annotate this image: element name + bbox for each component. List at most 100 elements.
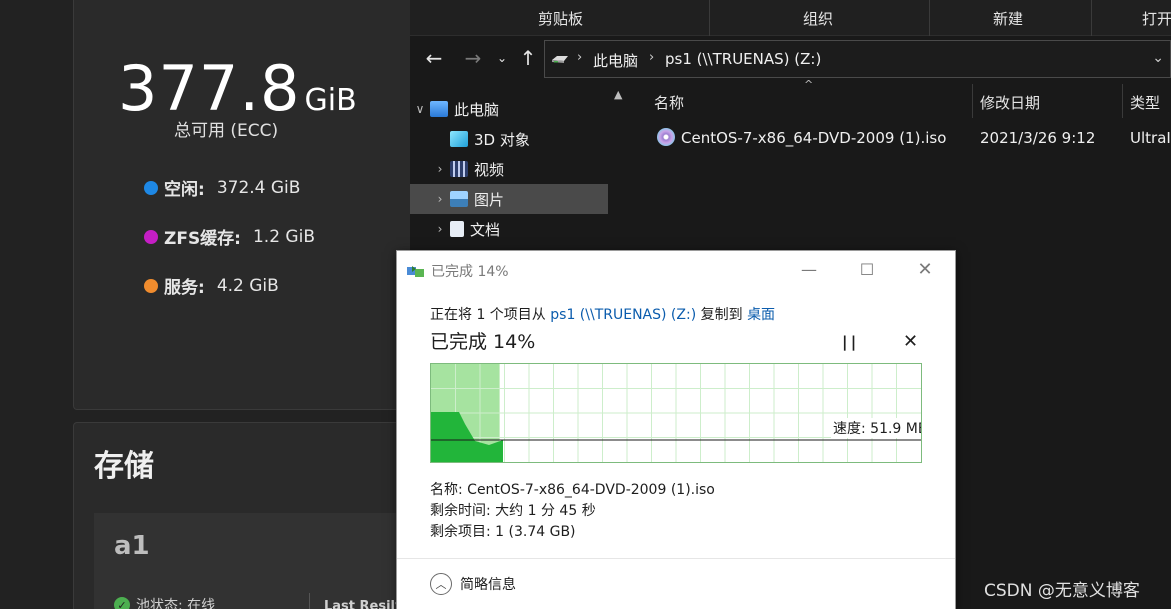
memory-total-value: 377.8 [118, 52, 301, 125]
memory-row-label: 服务: [164, 278, 205, 298]
memory-row-label: ZFS缓存: [164, 229, 241, 249]
fewer-details-label: 简略信息 [460, 577, 516, 593]
minimize-icon[interactable]: — [794, 257, 824, 281]
column-header-type[interactable]: 类型 [1130, 92, 1160, 113]
close-icon[interactable]: ✕ [910, 257, 940, 281]
chevron-right-icon[interactable]: › [430, 162, 450, 176]
breadcrumb-separator-icon[interactable]: › [649, 50, 654, 65]
file-name-line: 名称: CentOS-7-x86_64-DVD-2009 (1).iso [430, 482, 715, 498]
forward-arrow-icon[interactable]: → [461, 46, 485, 70]
tree-item-label: 3D 对象 [474, 130, 530, 149]
memory-row-services: 服务: 4.2 GiB [144, 273, 279, 298]
network-drive-icon [552, 56, 568, 63]
pool-status: ✓ 池状态: 在线 [114, 595, 215, 609]
ribbon-group-organize[interactable]: 组织 [803, 8, 833, 29]
divider [929, 0, 930, 36]
check-circle-icon: ✓ [114, 597, 130, 609]
column-header-modified[interactable]: 修改日期 [980, 92, 1040, 113]
last-resilver-label: Last Resilv [324, 599, 404, 609]
navigation-bar: ← → ⌄ ↑ › 此电脑 › ps1 (\\TRUENAS) (Z:) ⌄ [410, 36, 1171, 82]
copy-description-prefix: 正在将 1 个项目从 [430, 307, 546, 323]
memory-card: 377.8 GiB 总可用 (ECC) 空闲: 372.4 GiB ZFS缓存: … [73, 0, 423, 410]
file-row[interactable]: CentOS-7-x86_64-DVD-2009 (1).iso 2021/3/… [632, 124, 1171, 152]
tree-item-label: 此电脑 [454, 100, 500, 119]
memory-row-free: 空闲: 372.4 GiB [144, 175, 300, 200]
picture-icon [450, 191, 468, 207]
dialog-title: 已完成 14% [431, 264, 509, 280]
memory-row-label: 空闲: [164, 180, 205, 200]
divider [1091, 0, 1092, 36]
pool-name: a1 [114, 531, 150, 561]
graph-grid [431, 364, 921, 462]
tree-item-label: 文档 [470, 220, 501, 239]
source-link[interactable]: ps1 (\\TRUENAS) (Z:) [550, 307, 696, 323]
storage-card: 存储 a1 ✓ 池状态: 在线 Last Resilv [73, 422, 424, 609]
column-header-name[interactable]: 名称 [654, 92, 684, 113]
file-name: CentOS-7-x86_64-DVD-2009 (1).iso [681, 129, 947, 147]
copy-progress-dialog: 已完成 14% — ☐ ✕ 正在将 1 个项目从 ps1 (\\TRUENAS)… [396, 250, 956, 609]
screen: 377.8 GiB 总可用 (ECC) 空闲: 372.4 GiB ZFS缓存: … [0, 0, 1171, 609]
chevron-right-icon[interactable]: › [430, 222, 450, 236]
transfer-speed-graph: 速度: 51.9 MB/秒 [430, 363, 922, 463]
cube-icon [450, 131, 468, 147]
divider [309, 593, 310, 609]
copy-description: 正在将 1 个项目从 ps1 (\\TRUENAS) (Z:) 复制到 桌面 [430, 304, 775, 324]
destination-link[interactable]: 桌面 [747, 307, 775, 323]
pool-card[interactable]: a1 ✓ 池状态: 在线 Last Resilv [94, 513, 424, 609]
memory-total: 377.8 GiB [118, 52, 357, 125]
tree-item-pictures[interactable]: › 图片 [410, 184, 608, 214]
sort-ascending-icon: ^ [804, 78, 814, 91]
chevron-down-icon[interactable]: ⌄ [1152, 50, 1164, 66]
memory-row-value: 4.2 GiB [216, 275, 279, 296]
tree-item-this-pc[interactable]: ∨ 此电脑 [410, 94, 608, 124]
pause-icon[interactable]: | | [842, 333, 856, 351]
video-icon [450, 161, 468, 177]
up-arrow-icon[interactable]: ↑ [516, 46, 540, 70]
file-modified: 2021/3/26 9:12 [980, 129, 1096, 147]
back-arrow-icon[interactable]: ← [422, 46, 446, 70]
divider [709, 0, 710, 36]
tree-item-videos[interactable]: › 视频 [410, 154, 608, 184]
time-remaining-line: 剩余时间: 大约 1 分 45 秒 [430, 503, 596, 519]
ribbon: 剪贴板 组织 新建 打开 [410, 0, 1171, 36]
address-bar[interactable]: › 此电脑 › ps1 (\\TRUENAS) (Z:) ⌄ [544, 40, 1171, 78]
fewer-details-button[interactable]: ︿ 简略信息 [430, 573, 516, 595]
chevron-right-icon[interactable]: › [430, 192, 450, 206]
breadcrumb-this-pc[interactable]: 此电脑 [593, 50, 638, 71]
watermark: CSDN @无意义博客 [984, 581, 1140, 601]
recent-locations-chevron-icon[interactable]: ⌄ [490, 46, 514, 70]
breadcrumb-network-drive[interactable]: ps1 (\\TRUENAS) (Z:) [665, 50, 821, 68]
memory-row-zfs-cache: ZFS缓存: 1.2 GiB [144, 224, 315, 249]
dialog-footer: ︿ 简略信息 [397, 558, 955, 609]
file-type: UltraI [1130, 129, 1171, 147]
maximize-icon[interactable]: ☐ [852, 257, 882, 281]
scroll-up-icon[interactable]: ▲ [614, 88, 622, 101]
copy-description-middle: 复制到 [700, 307, 743, 323]
breadcrumb-separator-icon[interactable]: › [577, 50, 582, 65]
copy-icon [407, 266, 424, 277]
speed-graph-svg [431, 364, 921, 462]
progress-label: 已完成 14% [430, 331, 536, 353]
memory-row-value: 372.4 GiB [216, 177, 301, 198]
ribbon-group-new[interactable]: 新建 [993, 8, 1023, 29]
tree-item-label: 图片 [474, 190, 505, 209]
pool-status-text: 池状态: 在线 [136, 598, 216, 609]
tree-item-label: 视频 [474, 160, 505, 179]
memory-row-value: 1.2 GiB [252, 226, 315, 247]
disc-image-icon [657, 128, 675, 146]
tree-item-3d-objects[interactable]: 3D 对象 [410, 124, 608, 154]
tree-item-documents[interactable]: › 文档 [410, 214, 608, 244]
legend-dot [144, 278, 158, 293]
storage-title: 存储 [94, 449, 154, 484]
speed-label: 速度: 51.9 MB/秒 [831, 418, 921, 438]
memory-total-unit: GiB [304, 83, 357, 118]
divider[interactable] [972, 84, 973, 118]
computer-icon [430, 101, 448, 117]
divider[interactable] [1122, 84, 1123, 118]
legend-dot [144, 180, 158, 195]
items-remaining-line: 剩余项目: 1 (3.74 GB) [430, 524, 576, 540]
ribbon-group-open[interactable]: 打开 [1142, 8, 1171, 29]
chevron-down-icon[interactable]: ∨ [410, 102, 430, 116]
stop-icon[interactable]: ✕ [903, 331, 918, 352]
ribbon-group-clipboard[interactable]: 剪贴板 [538, 8, 583, 29]
